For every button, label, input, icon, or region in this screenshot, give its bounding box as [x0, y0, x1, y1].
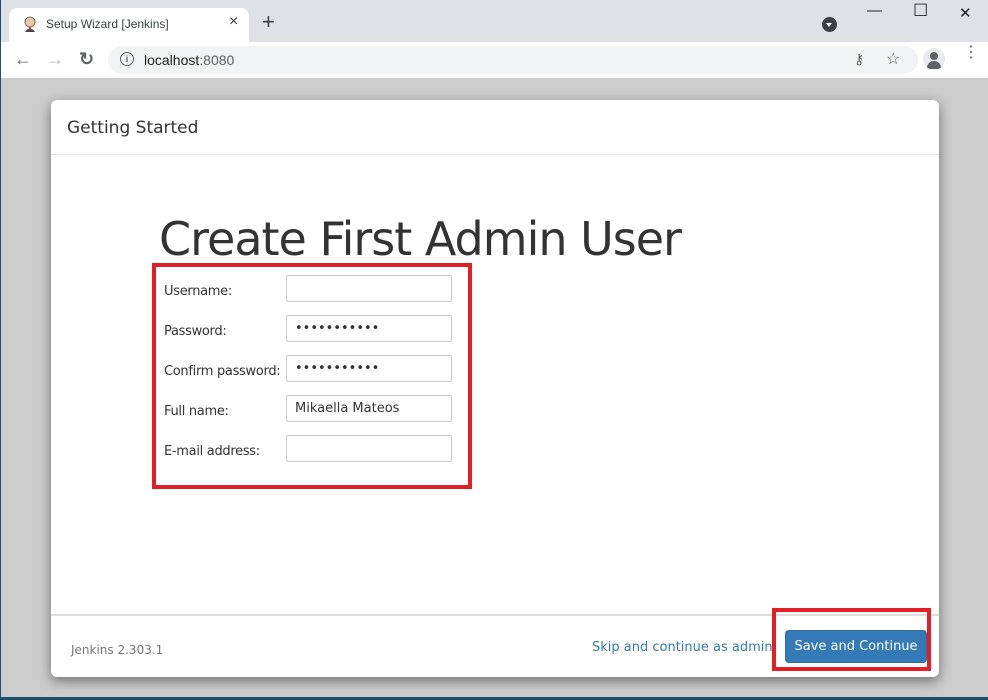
full-name-input[interactable] — [286, 395, 452, 422]
email-row: E-mail address: — [164, 435, 464, 467]
confirm-password-input[interactable] — [286, 355, 452, 382]
browser-tab[interactable]: Setup Wizard [Jenkins] × — [9, 8, 249, 42]
email-label: E-mail address: — [164, 444, 260, 459]
username-label: Username: — [164, 284, 232, 299]
window-close-icon[interactable]: ✕ — [959, 4, 972, 22]
tab-strip: Setup Wizard [Jenkins] × + — ☐ ✕ — [1, 0, 988, 42]
minimize-icon[interactable]: — — [867, 2, 882, 19]
maximize-icon[interactable]: ☐ — [913, 1, 928, 21]
bookmark-star-icon[interactable]: ☆ — [886, 49, 900, 69]
jenkins-favicon-icon — [24, 16, 36, 32]
site-info-icon[interactable]: i — [120, 52, 134, 66]
dialog-title: Getting Started — [67, 118, 199, 138]
jenkins-version: Jenkins 2.303.1 — [71, 643, 164, 657]
browser-menu-icon[interactable]: ⋮ — [963, 45, 979, 61]
email-input[interactable] — [286, 435, 452, 462]
page-heading: Create First Admin User — [159, 212, 682, 266]
back-icon[interactable]: ← — [14, 49, 32, 69]
password-label: Password: — [164, 324, 227, 339]
browser-toolbar: ← → ↻ i localhost:8080 ⚷ ☆ ⋮ — [1, 42, 988, 79]
url-text: localhost:8080 — [144, 52, 235, 68]
profile-avatar-icon[interactable] — [923, 48, 945, 70]
reload-icon[interactable]: ↻ — [79, 49, 94, 69]
setup-wizard-dialog: Getting Started Create First Admin User … — [51, 100, 939, 677]
address-bar[interactable]: i localhost:8080 ⚷ ☆ — [108, 46, 918, 74]
username-row: Username: — [164, 275, 464, 307]
key-icon[interactable]: ⚷ — [854, 51, 864, 68]
tab-close-icon[interactable]: × — [229, 13, 238, 31]
dialog-header: Getting Started — [51, 100, 939, 155]
password-row: Password: — [164, 315, 464, 347]
tab-title: Setup Wizard [Jenkins] — [46, 17, 169, 31]
skip-as-admin-link[interactable]: Skip and continue as admin — [592, 640, 773, 655]
confirm-password-label: Confirm password: — [164, 364, 281, 379]
page-viewport: Getting Started Create First Admin User … — [1, 79, 988, 697]
username-input[interactable] — [286, 275, 452, 302]
full-name-label: Full name: — [164, 404, 229, 419]
full-name-row: Full name: — [164, 395, 464, 427]
save-and-continue-button[interactable]: Save and Continue — [785, 630, 927, 663]
password-input[interactable] — [286, 315, 452, 342]
admin-user-form: Username: Password: Confirm password: Fu… — [152, 263, 472, 489]
tab-search-icon[interactable] — [822, 17, 837, 32]
browser-window: Setup Wizard [Jenkins] × + — ☐ ✕ ← → ↻ i… — [1, 0, 988, 697]
confirm-password-row: Confirm password: — [164, 355, 464, 387]
dialog-footer: Jenkins 2.303.1 Skip and continue as adm… — [51, 608, 939, 679]
forward-icon[interactable]: → — [46, 49, 64, 69]
new-tab-icon[interactable]: + — [262, 11, 275, 33]
